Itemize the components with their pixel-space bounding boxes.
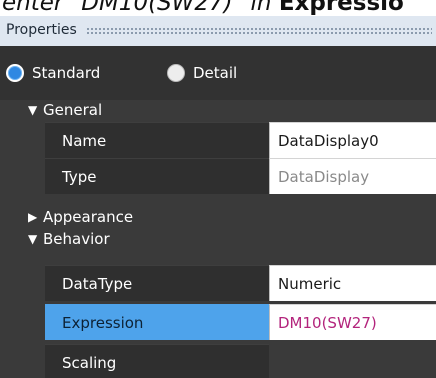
panel-title: Properties [6,22,77,38]
property-name-label: Name [62,132,107,150]
expression-value-field[interactable]: DM10(SW27) [269,304,436,340]
standard-radio[interactable]: Standard [6,62,100,84]
category-behavior[interactable]: ▼ Behavior [0,229,436,251]
property-grid: ▼ General Name DataDisplay0 Type DataDis… [0,100,436,378]
property-type-label: Type [62,168,97,186]
property-row-datatype[interactable]: DataType Numeric [0,265,436,301]
property-scaling-label: Scaling [62,354,117,372]
category-general-label: General [43,101,103,119]
caption-after: " in [232,0,279,16]
caption-before: enter " [2,0,82,16]
drag-grip[interactable] [86,27,432,34]
radio-unselected-icon [167,64,185,82]
datatype-value-field[interactable]: Numeric [269,265,436,301]
property-row-name[interactable]: Name DataDisplay0 [0,122,436,158]
panel-titlebar[interactable]: Properties [0,16,436,46]
property-datatype-label: DataType [62,275,133,293]
category-appearance[interactable]: ▶ Appearance [0,207,436,229]
view-mode-bar: Standard Detail [0,46,436,100]
scaling-value-field[interactable] [269,344,436,378]
caption-italic: DM10(SW27) [81,0,233,16]
property-row-type[interactable]: Type DataDisplay [0,158,436,194]
category-general[interactable]: ▼ General [0,100,436,122]
triangle-down-icon[interactable]: ▼ [28,232,37,246]
category-appearance-label: Appearance [43,208,134,226]
property-expression-label: Expression [62,314,144,332]
triangle-right-icon[interactable]: ▶ [28,210,37,224]
detail-radio-label: Detail [193,64,238,82]
type-value-field: DataDisplay [269,158,436,194]
radio-selected-icon [6,64,24,82]
detail-radio[interactable]: Detail [167,62,237,84]
triangle-down-icon[interactable]: ▼ [28,103,37,117]
property-row-expression[interactable]: Expression DM10(SW27) [0,304,436,340]
category-behavior-label: Behavior [43,230,110,248]
name-value-field[interactable]: DataDisplay0 [269,122,436,158]
property-row-scaling[interactable]: Scaling [0,344,436,378]
standard-radio-label: Standard [32,64,101,82]
caption-fragment: enter "DM10(SW27)" in Expressio [0,0,436,16]
caption-bold: Expressio [278,0,404,16]
properties-window: enter "DM10(SW27)" in Expressio Properti… [0,0,436,378]
